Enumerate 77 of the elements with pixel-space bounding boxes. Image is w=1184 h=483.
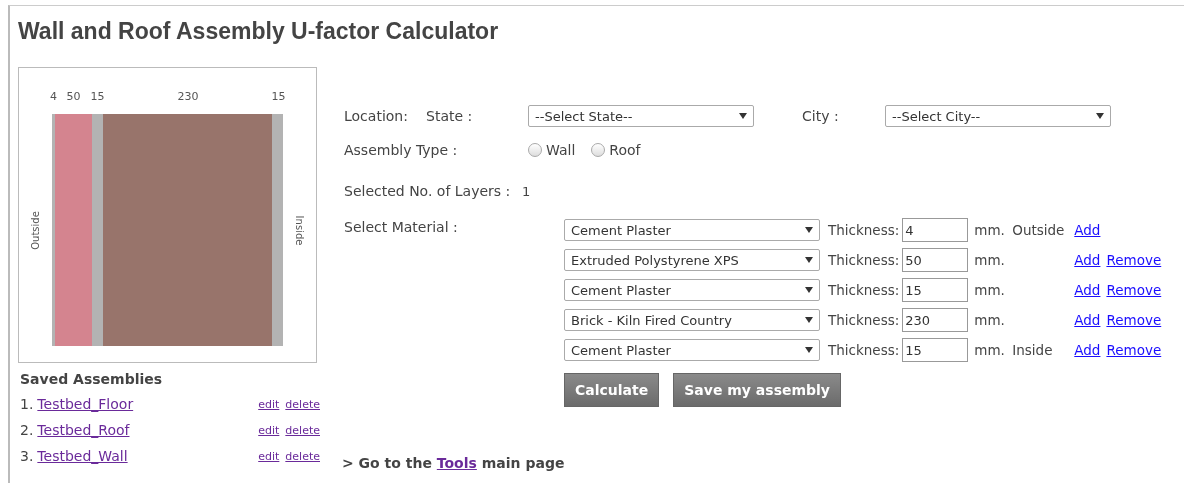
- layer-action-link[interactable]: Add: [1074, 282, 1101, 298]
- thickness-input[interactable]: 50: [902, 248, 969, 272]
- city-select[interactable]: --Select City--: [885, 105, 1111, 127]
- layer-thickness-label: 50: [66, 90, 81, 105]
- footer-text: > Go to the: [342, 455, 433, 471]
- item-number: 1.: [20, 396, 34, 412]
- material-select[interactable]: Cement Plaster: [564, 339, 820, 361]
- location-label: Location:: [344, 108, 409, 124]
- thickness-label: Thickness:: [828, 252, 900, 268]
- layer-action-link[interactable]: Add: [1074, 312, 1101, 328]
- unit-label: mm.: [974, 222, 1006, 238]
- delete-link[interactable]: delete: [285, 449, 320, 463]
- thickness-input[interactable]: 15: [902, 278, 969, 302]
- unit-label: mm.: [974, 252, 1006, 268]
- radio-label: Wall: [546, 142, 576, 158]
- delete-link[interactable]: delete: [285, 423, 320, 437]
- thickness-label: Thickness:: [828, 342, 900, 358]
- layer-action-link[interactable]: Remove: [1106, 342, 1162, 358]
- assembly-type-label: Assembly Type :: [344, 142, 459, 158]
- city-label: City :: [802, 108, 840, 124]
- radio-button[interactable]: [528, 143, 542, 157]
- edit-link[interactable]: edit: [258, 397, 280, 411]
- layer-action-link[interactable]: Remove: [1106, 252, 1162, 268]
- saved-assemblies-heading: Saved Assemblies: [20, 371, 164, 387]
- unit-label: mm.: [974, 282, 1006, 298]
- caret-icon: [805, 317, 813, 323]
- material-select[interactable]: Brick - Kiln Fired Country: [564, 309, 820, 331]
- caret-icon: [805, 347, 813, 353]
- delete-link[interactable]: delete: [285, 397, 320, 411]
- page-title: Wall and Roof Assembly U-factor Calculator: [18, 18, 500, 45]
- layer-action-link[interactable]: Add: [1074, 252, 1101, 268]
- thickness-label: Thickness:: [828, 282, 900, 298]
- layer-thickness-label: 15: [90, 90, 105, 105]
- material-select[interactable]: Extruded Polystyrene XPS: [564, 249, 820, 271]
- layer-action-link[interactable]: Add: [1074, 222, 1101, 238]
- outside-label: Outside: [30, 210, 41, 250]
- assembly-link[interactable]: Testbed_Floor: [37, 396, 134, 412]
- item-number: 3.: [20, 448, 34, 464]
- state-select[interactable]: --Select State--: [528, 105, 754, 127]
- caret-icon: [805, 227, 813, 233]
- thickness-input[interactable]: 4: [902, 218, 969, 242]
- assembly-link[interactable]: Testbed_Roof: [37, 422, 130, 438]
- radio-label: Roof: [609, 142, 641, 158]
- layer-action-link[interactable]: Remove: [1106, 312, 1162, 328]
- material-select[interactable]: Cement Plaster: [564, 279, 820, 301]
- layer-action-link[interactable]: Remove: [1106, 282, 1162, 298]
- layers-count-label: Selected No. of Layers :: [344, 182, 512, 201]
- edit-link[interactable]: edit: [258, 449, 280, 463]
- material-select[interactable]: Cement Plaster: [564, 219, 820, 241]
- layer-thickness-label: 15: [271, 90, 286, 105]
- thickness-input[interactable]: 230: [902, 308, 969, 332]
- thickness-input[interactable]: 15: [902, 338, 969, 362]
- side-label: Inside: [1012, 342, 1053, 358]
- select-material-label: Select Material :: [344, 218, 459, 237]
- thickness-label: Thickness:: [828, 222, 900, 238]
- item-number: 2.: [20, 422, 34, 438]
- layers-count-value: 1: [522, 183, 531, 199]
- tools-link[interactable]: Tools: [436, 455, 477, 471]
- caret-icon: [1096, 113, 1104, 119]
- side-label: Outside: [1012, 222, 1065, 238]
- form-button[interactable]: Save my assembly: [673, 373, 841, 407]
- footer-text: main page: [480, 455, 565, 471]
- layer-thickness-label: 230: [177, 90, 199, 105]
- edit-link[interactable]: edit: [258, 423, 280, 437]
- assembly-link[interactable]: Testbed_Wall: [37, 448, 128, 464]
- inside-label: Inside: [294, 215, 306, 245]
- thickness-label: Thickness:: [828, 312, 900, 328]
- caret-icon: [805, 257, 813, 263]
- state-label: State :: [426, 108, 474, 124]
- caret-icon: [739, 113, 747, 119]
- caret-icon: [805, 287, 813, 293]
- unit-label: mm.: [974, 342, 1006, 358]
- layer-action-link[interactable]: Add: [1074, 342, 1101, 358]
- unit-label: mm.: [974, 312, 1006, 328]
- radio-button[interactable]: [591, 143, 606, 157]
- form-button[interactable]: Calculate: [564, 373, 660, 407]
- layer-thickness-label: 4: [50, 90, 57, 105]
